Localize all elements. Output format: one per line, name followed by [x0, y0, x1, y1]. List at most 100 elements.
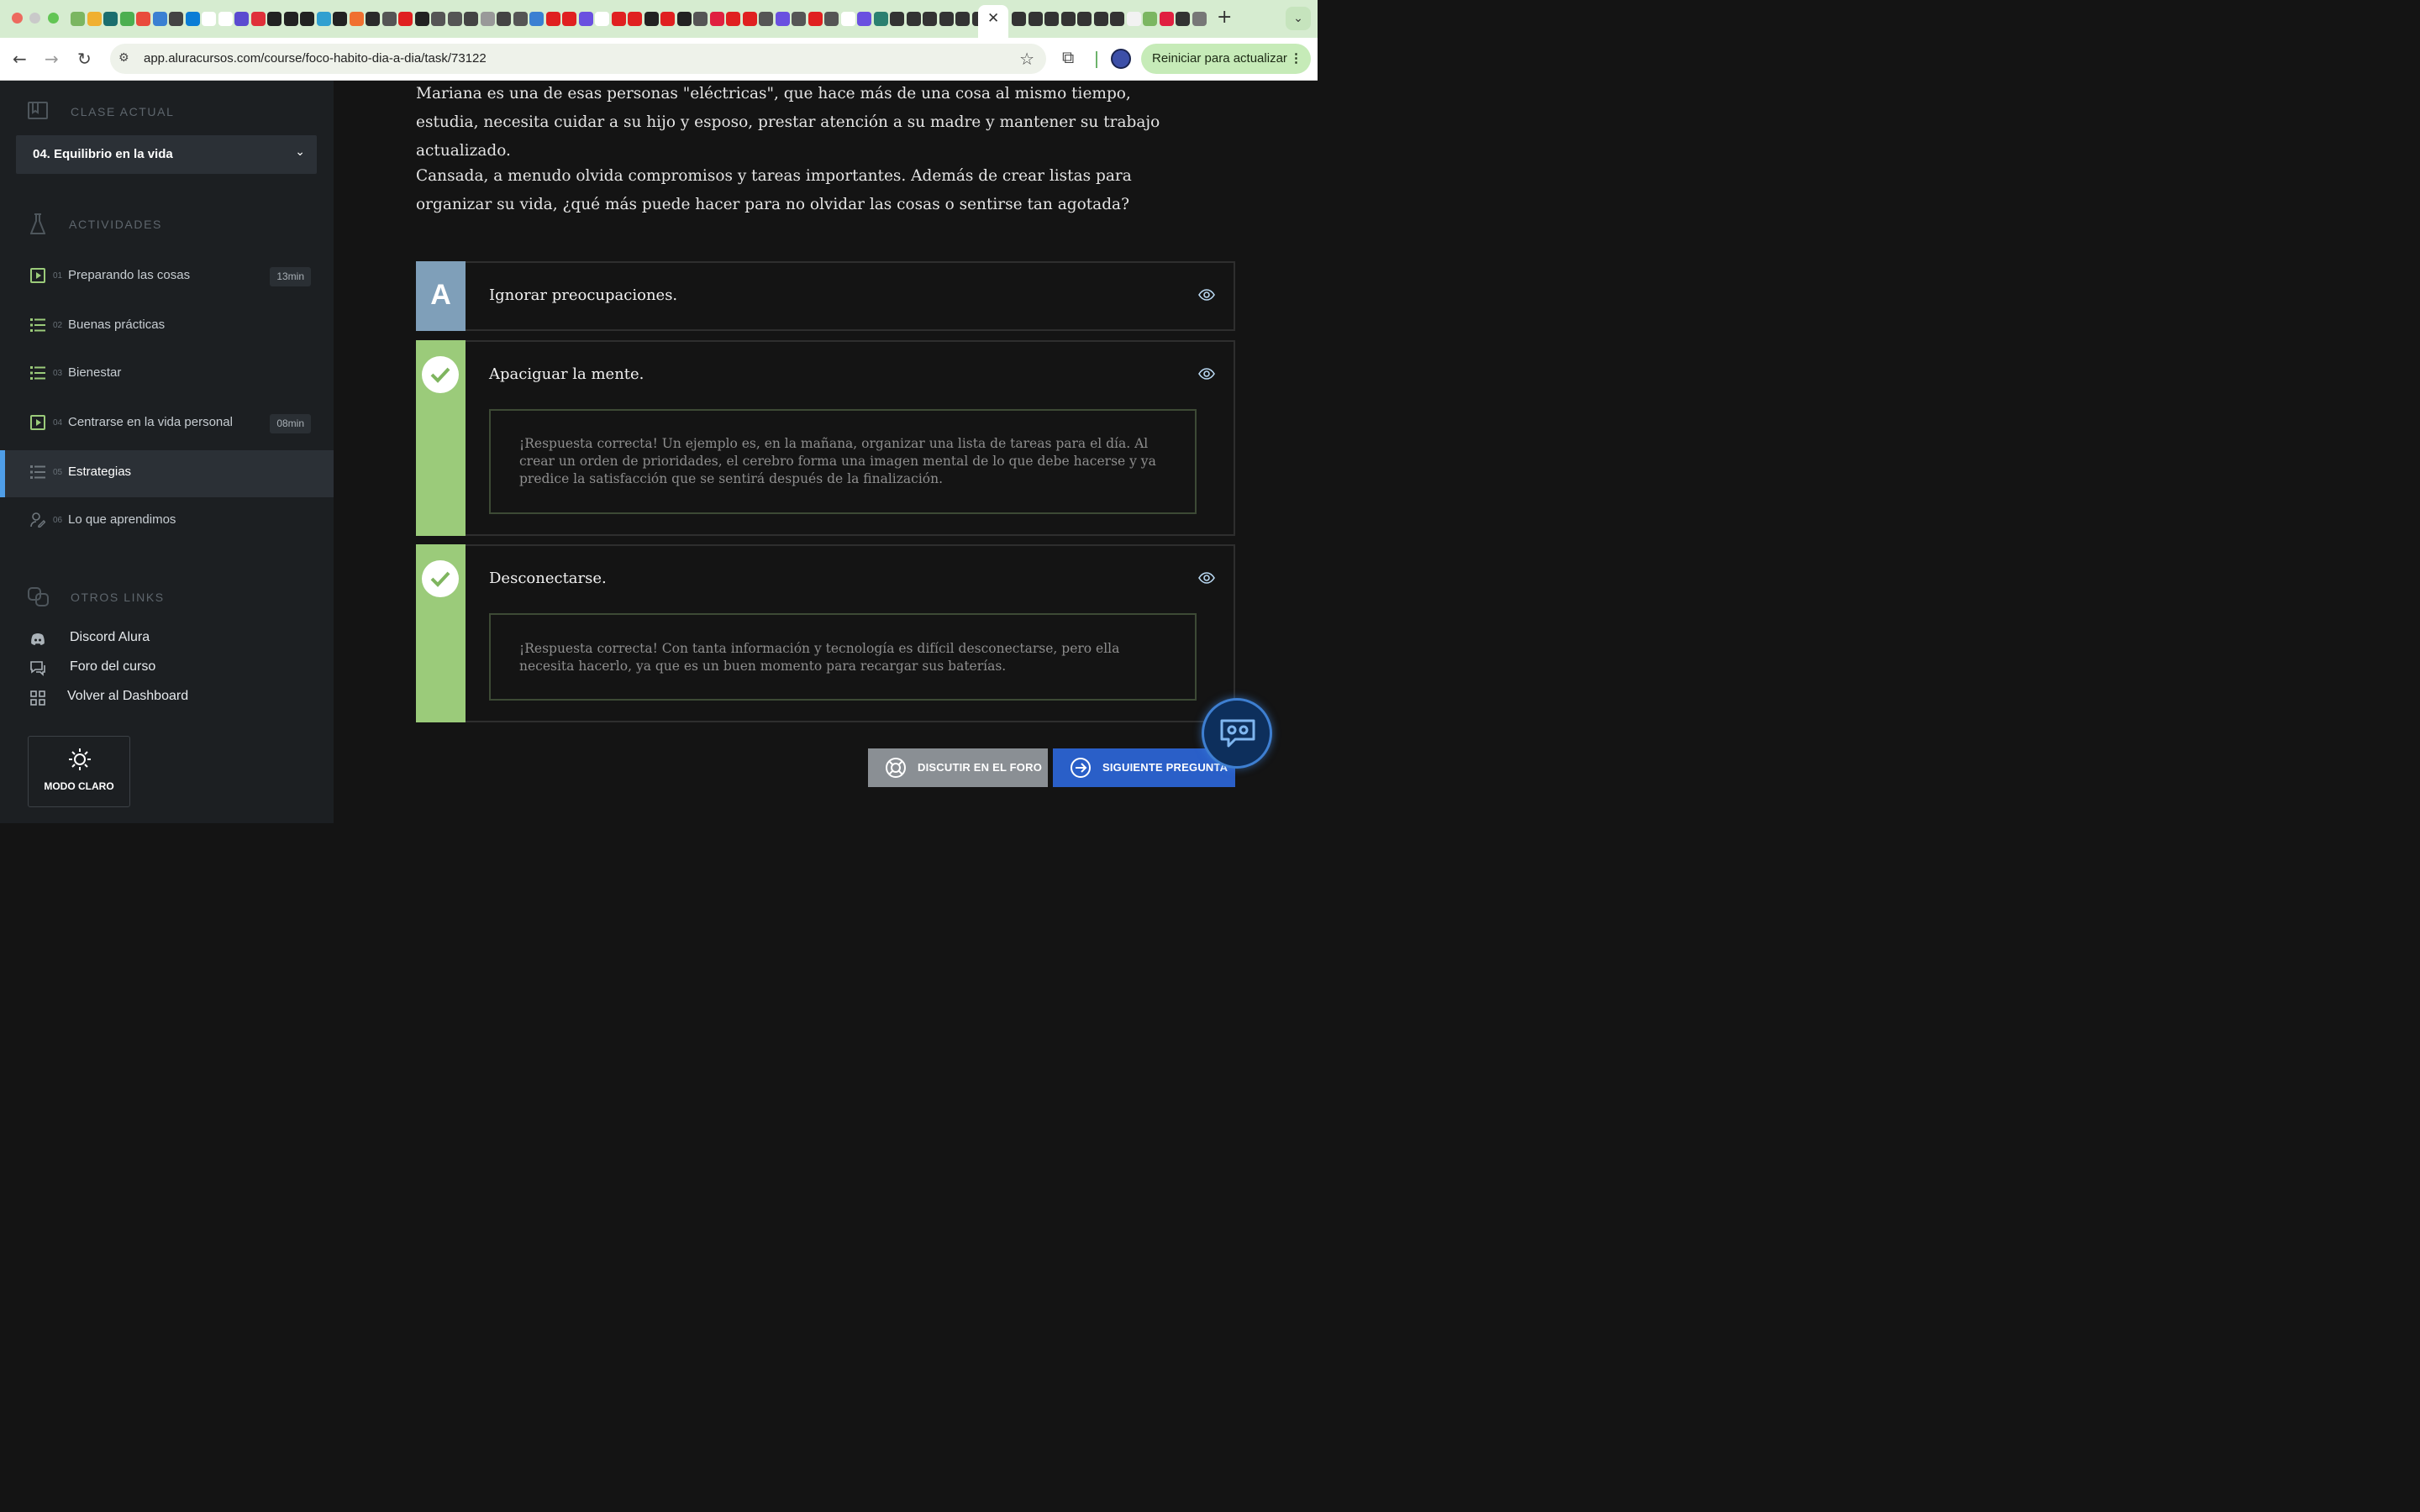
tab-favicon-icon[interactable]: [513, 11, 528, 26]
tab-favicon-icon[interactable]: [693, 11, 708, 26]
light-mode-button[interactable]: MODO CLARO: [28, 736, 130, 807]
tab-favicon-icon[interactable]: [923, 11, 937, 26]
tab-favicon-icon[interactable]: [595, 11, 609, 26]
tab-favicon-icon[interactable]: [447, 11, 462, 26]
tab-favicon-icon[interactable]: [300, 11, 314, 26]
tab-favicon-icon[interactable]: [185, 11, 200, 26]
activity-item-06[interactable]: 06 Lo que aprendimos: [0, 498, 334, 545]
tab-favicon-icon[interactable]: [824, 11, 839, 26]
tab-favicon-icon[interactable]: [808, 11, 823, 26]
reload-icon[interactable]: ↻: [77, 49, 92, 69]
tab-favicon-icon[interactable]: [1143, 11, 1157, 26]
more-menu-icon[interactable]: ⋮: [1290, 44, 1302, 74]
tab-favicon-icon[interactable]: [152, 11, 167, 26]
answer-option-2[interactable]: Apaciguar la mente. ¡Respuesta correcta! …: [416, 340, 1235, 536]
tab-favicon-icon[interactable]: [906, 11, 921, 26]
tab-favicon-icon[interactable]: [726, 11, 740, 26]
discuss-forum-button[interactable]: DISCUTIR EN EL FORO: [868, 748, 1048, 787]
tab-favicon-icon[interactable]: [333, 11, 347, 26]
tab-favicon-icon[interactable]: [1192, 11, 1207, 26]
tab-favicon-icon[interactable]: [366, 11, 380, 26]
tab-search-chevron-icon[interactable]: ⌄: [1286, 7, 1311, 30]
tab-favicon-icon[interactable]: [267, 11, 281, 26]
tab-favicon-icon[interactable]: [660, 11, 675, 26]
tab-favicon-icon[interactable]: [234, 11, 249, 26]
tab-favicon-icon[interactable]: [611, 11, 626, 26]
bookmark-star-icon[interactable]: ☆: [1019, 49, 1034, 69]
tab-favicon-icon[interactable]: [644, 11, 659, 26]
tab-favicon-icon[interactable]: [218, 11, 233, 26]
sidebar-link-discord[interactable]: Discord Alura: [0, 627, 334, 652]
activity-item-02[interactable]: 02 Buenas prácticas: [0, 303, 334, 350]
tab-favicon-icon[interactable]: [316, 11, 331, 26]
tab-favicon-icon[interactable]: [1060, 11, 1076, 26]
tab-favicon-icon[interactable]: [742, 11, 757, 26]
sidebar-link-dashboard[interactable]: Volver al Dashboard: [0, 685, 334, 711]
active-tab[interactable]: ✕: [978, 5, 1008, 38]
eye-icon[interactable]: [1198, 570, 1215, 586]
address-bar[interactable]: ⚙ app.aluracursos.com/course/foco-habito…: [110, 44, 1046, 74]
eye-icon[interactable]: [1198, 365, 1215, 382]
tab-favicon-icon[interactable]: [414, 11, 429, 26]
answer-option-3[interactable]: Desconectarse. ¡Respuesta correcta! Con t…: [416, 544, 1235, 722]
tab-favicon-icon[interactable]: [890, 11, 904, 26]
eye-icon[interactable]: [1198, 286, 1215, 303]
tab-favicon-icon[interactable]: [1093, 11, 1108, 26]
tab-favicon-icon[interactable]: [1110, 11, 1124, 26]
minimize-window-button[interactable]: [29, 13, 40, 24]
tab-favicon-icon[interactable]: [136, 11, 150, 26]
tab-favicon-icon[interactable]: [250, 11, 266, 26]
activity-item-01[interactable]: 01 Preparando las cosas 13min: [0, 254, 334, 301]
tab-favicon-icon[interactable]: [119, 11, 134, 26]
tab-favicons-right[interactable]: [1012, 9, 1208, 28]
new-tab-button[interactable]: +: [1217, 7, 1232, 28]
current-class-select[interactable]: 04. Equilibrio en la vida ⌄: [16, 135, 317, 174]
tab-favicon-icon[interactable]: [1159, 11, 1174, 26]
chat-assistant-button[interactable]: [1202, 698, 1272, 769]
activity-item-04[interactable]: 04 Centrarse en la vida personal 08min: [0, 401, 334, 448]
tab-favicon-icon[interactable]: [431, 11, 445, 26]
tab-favicon-icon[interactable]: [1176, 11, 1190, 26]
tab-favicon-icon[interactable]: [759, 11, 773, 26]
tab-favicon-icon[interactable]: [676, 11, 692, 26]
forward-arrow-icon[interactable]: →: [45, 49, 59, 69]
tab-favicon-icon[interactable]: [202, 11, 216, 26]
tab-favicon-icon[interactable]: [529, 11, 544, 26]
tab-favicon-icon[interactable]: [709, 11, 724, 26]
tab-favicon-icon[interactable]: [545, 11, 560, 26]
tab-favicon-icon[interactable]: [939, 11, 954, 26]
tab-favicon-icon[interactable]: [578, 11, 593, 26]
tab-favicon-icon[interactable]: [1012, 11, 1026, 26]
url-text[interactable]: app.aluracursos.com/course/foco-habito-d…: [144, 51, 487, 66]
tab-favicon-icon[interactable]: [464, 11, 478, 26]
tab-favicons[interactable]: [71, 9, 988, 28]
tab-favicon-icon[interactable]: [1077, 11, 1092, 26]
tab-favicon-icon[interactable]: [283, 11, 298, 26]
close-tab-icon[interactable]: ✕: [987, 10, 999, 27]
tab-favicon-icon[interactable]: [103, 11, 118, 26]
site-settings-icon[interactable]: ⚙: [118, 51, 129, 65]
tab-favicon-icon[interactable]: [1126, 11, 1141, 26]
activity-item-03[interactable]: 03 Bienestar: [0, 351, 334, 398]
tab-favicon-icon[interactable]: [628, 11, 642, 26]
extensions-puzzle-icon[interactable]: ⧉: [1062, 47, 1074, 67]
close-window-button[interactable]: [12, 13, 23, 24]
tab-favicon-icon[interactable]: [349, 11, 364, 26]
tab-favicon-icon[interactable]: [169, 11, 183, 26]
tab-favicon-icon[interactable]: [71, 11, 85, 26]
sidebar-link-forum[interactable]: Foro del curso: [0, 656, 334, 681]
tab-favicon-icon[interactable]: [87, 11, 102, 26]
tab-favicon-icon[interactable]: [857, 11, 871, 26]
tab-favicon-icon[interactable]: [381, 11, 397, 26]
tab-favicon-icon[interactable]: [480, 11, 495, 26]
tab-favicon-icon[interactable]: [1028, 11, 1043, 26]
tab-favicon-icon[interactable]: [955, 11, 970, 26]
tab-favicon-icon[interactable]: [792, 11, 806, 26]
tab-favicon-icon[interactable]: [873, 11, 888, 26]
restart-to-update-button[interactable]: Reiniciar para actualizar ⋮: [1141, 44, 1311, 74]
tab-favicon-icon[interactable]: [398, 11, 413, 26]
tab-favicon-icon[interactable]: [562, 11, 576, 26]
activity-item-05[interactable]: 05 Estrategias: [0, 450, 334, 497]
answer-option-1[interactable]: A Ignorar preocupaciones.: [416, 261, 1235, 331]
maximize-window-button[interactable]: [48, 13, 59, 24]
